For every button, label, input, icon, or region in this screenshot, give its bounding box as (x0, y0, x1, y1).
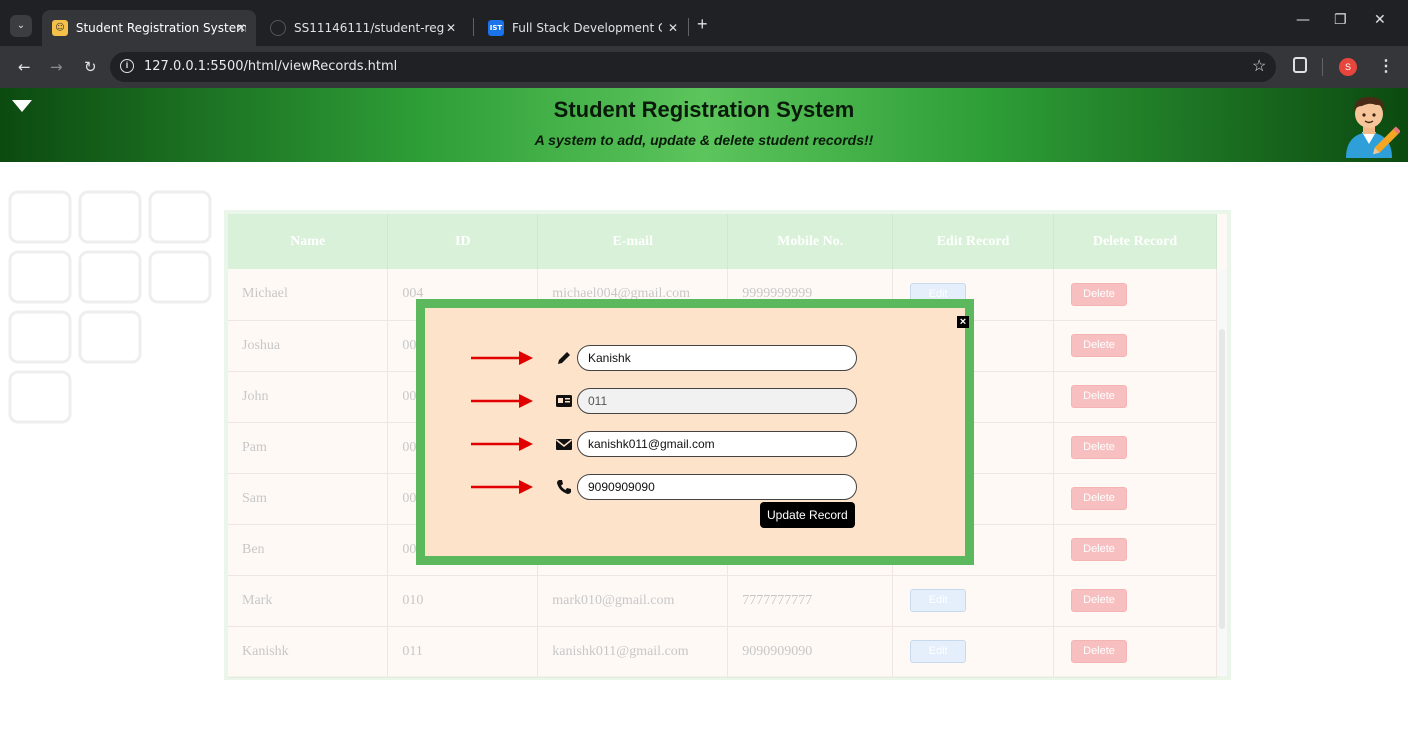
column-header-name: Name (228, 214, 389, 269)
cell-name: John (228, 371, 389, 423)
cell-mobile: 9090909090 (727, 626, 894, 678)
close-tab-icon[interactable]: ✕ (236, 21, 246, 35)
envelope-icon (556, 439, 572, 450)
red-arrow-annotation-icon (471, 437, 533, 451)
table-row: Mark 010 mark010@gmail.com 7777777777 Ed… (228, 575, 1217, 627)
minimize-icon[interactable]: — (1296, 12, 1310, 28)
table-row: Kanishk 011 kanishk011@gmail.com 9090909… (228, 626, 1217, 678)
column-header-delete: Delete Record (1053, 214, 1217, 269)
extensions-icon[interactable] (1293, 57, 1307, 73)
bookmark-star-icon[interactable]: ☆ (1252, 56, 1266, 76)
tab-github-repo[interactable]: SS11146111/student-registratio ✕ (260, 10, 466, 46)
github-favicon-icon (270, 20, 286, 36)
cell-name: Pam (228, 422, 389, 474)
ist-favicon-icon: IST (488, 20, 504, 36)
student-avatar-icon (1346, 96, 1400, 158)
id-card-icon (556, 395, 572, 407)
cell-id: 011 (387, 626, 539, 678)
form-row-name (425, 345, 965, 371)
browser-tab-bar: ⌄ ☺ Student Registration System ✕ SS1114… (0, 0, 1408, 46)
column-header-edit: Edit Record (892, 214, 1055, 269)
cell-name: Michael (228, 269, 389, 321)
red-arrow-annotation-icon (471, 394, 533, 408)
delete-button[interactable]: Delete (1071, 538, 1128, 561)
tab-full-stack-course[interactable]: IST Full Stack Development Course ✕ (478, 10, 688, 46)
page-title: Student Registration System (553, 97, 855, 122)
cell-name: Joshua (228, 320, 389, 372)
forward-arrow-icon[interactable]: → (50, 58, 63, 76)
delete-button[interactable]: Delete (1071, 436, 1128, 459)
scrollbar-thumb[interactable] (1219, 329, 1225, 629)
phone-icon (557, 480, 571, 494)
form-row-id (425, 388, 965, 414)
browser-toolbar: ← → ↻ i 127.0.0.1:5500/html/viewRecords.… (0, 46, 1408, 88)
modal-close-icon[interactable]: × (957, 316, 969, 328)
reload-icon[interactable]: ↻ (84, 58, 97, 76)
cell-email: kanishk011@gmail.com (537, 626, 729, 678)
delete-button[interactable]: Delete (1071, 334, 1128, 357)
back-arrow-icon[interactable]: ← (18, 58, 31, 76)
table-scrollbar[interactable] (1217, 269, 1227, 676)
page-body: Name ID E-mail Mobile No. Edit Record De… (0, 162, 1408, 743)
cell-email: mark010@gmail.com (537, 575, 729, 627)
form-row-mobile (425, 474, 965, 500)
close-tab-icon[interactable]: ✕ (668, 21, 678, 35)
close-tab-icon[interactable]: ✕ (446, 21, 456, 35)
page-subtitle: A system to add, update & delete student… (534, 132, 874, 148)
tab-title: Full Stack Development Course (512, 21, 662, 35)
mobile-input[interactable] (577, 474, 857, 500)
tab-separator (688, 18, 689, 36)
cell-name: Kanishk (228, 626, 389, 678)
tab-title: SS11146111/student-registratio (294, 21, 444, 35)
cell-mobile: 7777777777 (727, 575, 894, 627)
cell-id: 010 (387, 575, 539, 627)
student-favicon-icon: ☺ (52, 20, 68, 36)
update-record-button[interactable]: Update Record (760, 502, 855, 528)
address-bar[interactable]: i 127.0.0.1:5500/html/viewRecords.html (110, 52, 1276, 82)
edit-button[interactable]: Edit (910, 640, 967, 663)
column-header-id: ID (387, 214, 539, 269)
restore-icon[interactable]: ❐ (1334, 12, 1347, 28)
pencil-icon (558, 352, 570, 364)
table-header-row: Name ID E-mail Mobile No. Edit Record De… (228, 214, 1217, 269)
toolbar-separator (1322, 58, 1323, 76)
delete-button[interactable]: Delete (1071, 282, 1128, 306)
tab-title: Student Registration System (75, 21, 246, 35)
cell-name: Sam (228, 473, 389, 525)
update-record-modal: × Kanishk 011 kanishk011@gmail.com 90909… (416, 299, 974, 565)
red-arrow-annotation-icon (471, 480, 533, 494)
column-header-mobile: Mobile No. (727, 214, 894, 269)
cell-name: Mark (228, 575, 389, 627)
delete-button[interactable]: Delete (1071, 487, 1128, 510)
tab-search-chevron-icon[interactable]: ⌄ (10, 15, 32, 37)
url-text: 127.0.0.1:5500/html/viewRecords.html (144, 59, 398, 74)
new-tab-icon[interactable]: + (697, 14, 708, 35)
tab-student-registration[interactable]: ☺ Student Registration System ✕ (42, 10, 256, 46)
delete-button[interactable]: Delete (1071, 640, 1128, 663)
tab-separator (473, 18, 474, 36)
page-header: Student Registration System A system to … (0, 88, 1408, 162)
profile-avatar[interactable]: S (1339, 58, 1357, 76)
red-arrow-annotation-icon (471, 351, 533, 365)
id-input[interactable] (577, 388, 857, 414)
more-menu-icon[interactable]: ⋮ (1378, 56, 1394, 76)
name-input[interactable] (577, 345, 857, 371)
column-header-email: E-mail (537, 214, 729, 269)
delete-button[interactable]: Delete (1071, 589, 1128, 612)
delete-button[interactable]: Delete (1071, 385, 1128, 408)
cell-name: Ben (228, 524, 389, 576)
email-input[interactable] (577, 431, 857, 457)
edit-button[interactable]: Edit (910, 589, 967, 612)
window-close-icon[interactable]: ✕ (1374, 12, 1386, 28)
site-info-icon[interactable]: i (120, 59, 134, 73)
form-row-email (425, 431, 965, 457)
